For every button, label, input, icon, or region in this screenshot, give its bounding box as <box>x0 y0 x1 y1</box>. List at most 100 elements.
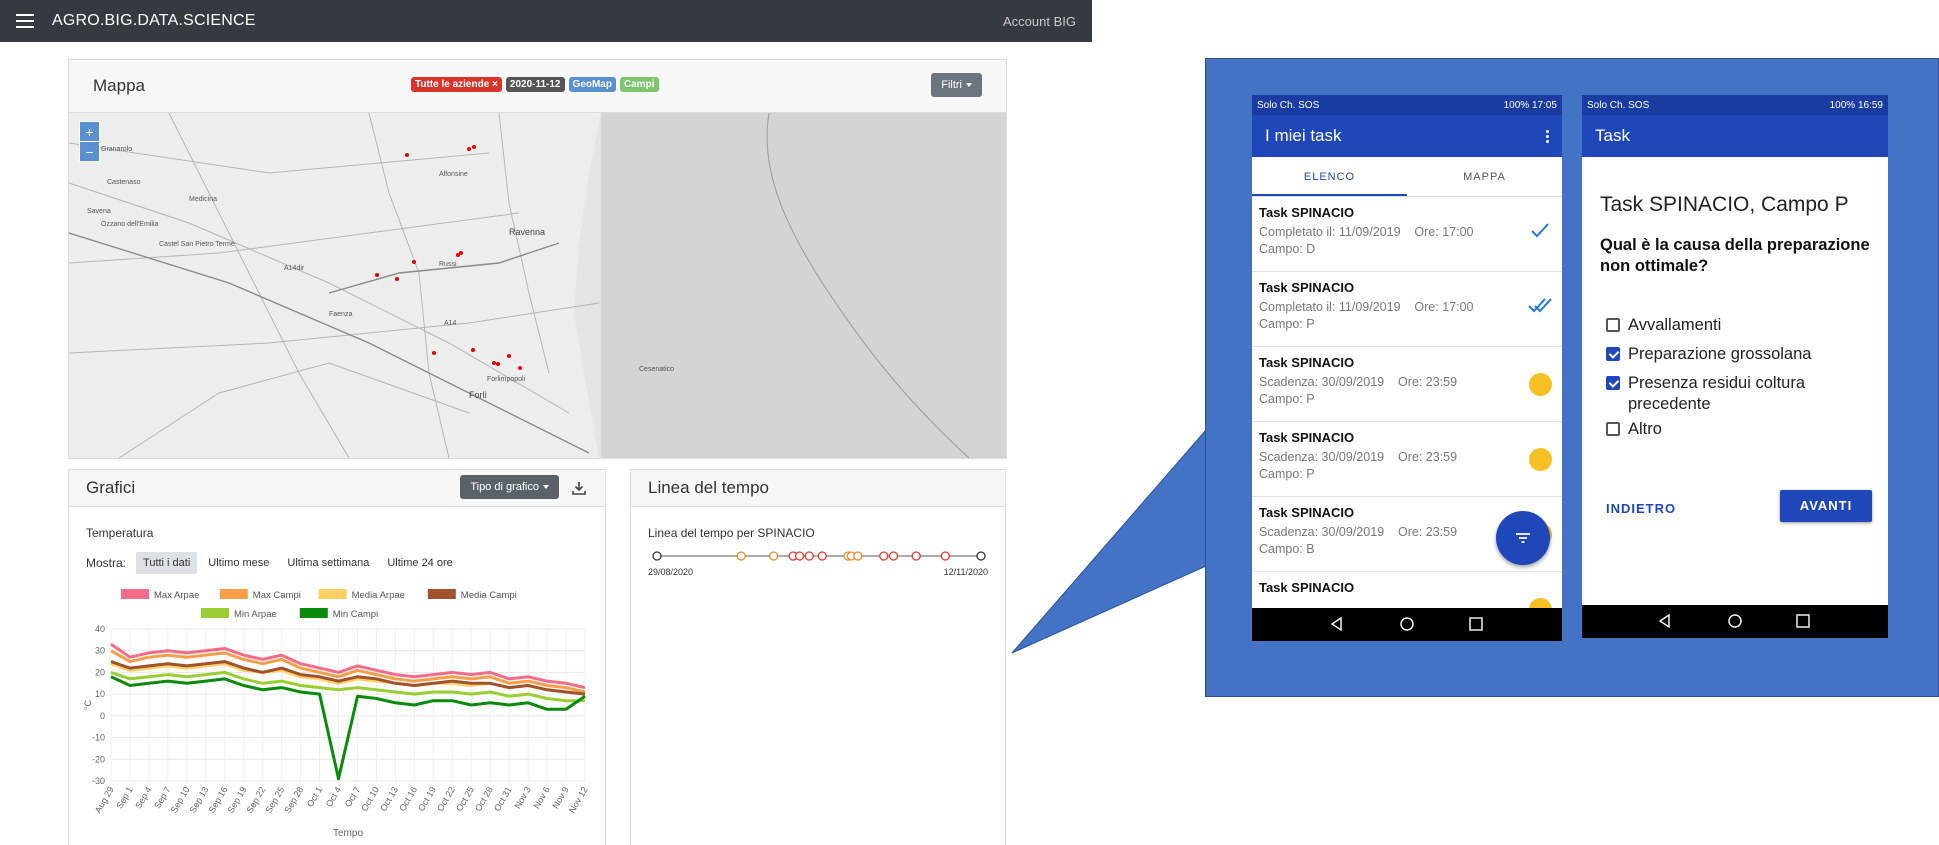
app-bar-title: Task <box>1595 126 1630 145</box>
task-name: Task SPINACIO <box>1259 430 1355 445</box>
tab-mappa[interactable]: MAPPA <box>1407 157 1562 196</box>
timeline-event[interactable] <box>804 551 814 561</box>
x-tick-label: Nov 3 <box>512 785 532 810</box>
status-right: 100% 16:59 <box>1829 99 1883 111</box>
field-marker[interactable] <box>395 277 399 281</box>
timeline-start-date: 29/08/2020 <box>648 567 694 577</box>
filter-fab-button[interactable] <box>1496 511 1550 565</box>
recents-nav-icon[interactable] <box>1468 616 1484 632</box>
tab-bar: ELENCO MAPPA <box>1252 157 1562 197</box>
timeline-event[interactable] <box>879 551 889 561</box>
app-bar-title: I miei task <box>1265 126 1342 145</box>
menu-icon[interactable] <box>16 14 34 28</box>
checkbox[interactable] <box>1606 422 1620 436</box>
timeline-event[interactable] <box>911 551 921 561</box>
field-marker[interactable] <box>507 354 511 358</box>
field-marker[interactable] <box>456 253 460 257</box>
timeline-event[interactable] <box>853 551 863 561</box>
timeline-event[interactable] <box>817 551 827 561</box>
field-marker[interactable] <box>492 361 496 365</box>
field-marker[interactable] <box>412 260 416 264</box>
field-marker[interactable] <box>496 362 500 366</box>
answer-option[interactable]: Preparazione grossolana <box>1606 344 1866 365</box>
caret-down-icon <box>966 83 972 87</box>
checkbox[interactable] <box>1606 347 1620 361</box>
task-name: Task SPINACIO <box>1259 355 1355 370</box>
x-tick-label: Nov 6 <box>531 785 551 810</box>
y-tick-label: -30 <box>92 776 105 786</box>
checkbox[interactable] <box>1606 376 1620 390</box>
task-field: Campo: P <box>1259 392 1315 406</box>
y-tick-label: -20 <box>92 754 105 764</box>
task-name: Task SPINACIO <box>1259 205 1355 220</box>
checkbox[interactable] <box>1606 318 1620 332</box>
legend-swatch <box>219 589 248 599</box>
more-options-icon[interactable] <box>1546 129 1549 143</box>
filter-icon <box>1516 533 1530 543</box>
task-field: Campo: P <box>1259 317 1315 331</box>
timeline-end-date: 12/11/2020 <box>943 567 988 577</box>
app-brand[interactable]: AGRO.BIG.DATA.SCIENCE <box>52 12 256 30</box>
timeline-event[interactable] <box>652 551 662 561</box>
timeline-event[interactable] <box>736 551 746 561</box>
answer-option[interactable]: Altro <box>1606 419 1866 440</box>
field-marker[interactable] <box>467 147 471 151</box>
task-name: Task SPINACIO <box>1259 280 1355 295</box>
account-link[interactable]: Account BIG <box>1003 14 1076 29</box>
pending-status-icon <box>1529 373 1552 396</box>
linea-card: Linea del tempo Linea del tempo per SPIN… <box>630 469 1006 845</box>
recents-nav-icon[interactable] <box>1795 613 1811 629</box>
timeline-event[interactable] <box>940 551 951 561</box>
answer-option[interactable]: Presenza residui coltura precedente <box>1606 373 1866 415</box>
filter-badge[interactable]: Campi <box>619 77 659 92</box>
field-marker[interactable] <box>471 348 475 352</box>
x-tick-label: Sep 28 <box>282 785 305 815</box>
filter-badge[interactable]: 2020-11-12 <box>505 77 565 92</box>
filter-badge[interactable]: GeoMap <box>568 77 616 92</box>
x-axis-label: Tempo <box>333 828 363 839</box>
back-nav-icon[interactable] <box>1329 616 1345 632</box>
task-field: Campo: P <box>1259 467 1315 481</box>
phone-task-list: Solo Ch. SOS 100% 17:05 I miei task ELEN… <box>1252 95 1562 641</box>
filtri-dropdown-button[interactable]: Filtri <box>931 73 982 97</box>
task-list-item[interactable]: Task SPINACIO Scadenza: 30/09/2019 Ore: 2… <box>1252 422 1562 497</box>
phone-task-detail: Solo Ch. SOS 100% 16:59 Task Task SPINAC… <box>1582 95 1888 638</box>
avanti-button[interactable]: AVANTI <box>1780 490 1872 522</box>
field-marker[interactable] <box>518 366 522 370</box>
timeline-event[interactable] <box>768 551 779 561</box>
y-tick-label: 10 <box>95 689 105 699</box>
task-list-item[interactable]: Task SPINACIO Completato il: 11/09/2019 O… <box>1252 197 1562 272</box>
filter-badge[interactable]: Tutte le aziende × <box>411 77 502 92</box>
map-card: Mappa Tutte le aziende × 2020-11-12 GeoMap… <box>68 59 1007 459</box>
map-view[interactable]: + − Granarolo Castenaso Medicina Savena Ozza… <box>69 113 1006 458</box>
field-marker[interactable] <box>432 351 436 355</box>
status-left: Solo Ch. SOS <box>1257 99 1320 111</box>
mobile-app-panel: Solo Ch. SOS 100% 17:05 I miei task ELEN… <box>1205 58 1939 697</box>
tab-elenco[interactable]: ELENCO <box>1252 157 1407 196</box>
timeline-event[interactable] <box>888 551 899 561</box>
android-nav-bar <box>1582 605 1888 638</box>
field-marker[interactable] <box>375 273 379 277</box>
legend-swatch <box>201 608 229 618</box>
home-nav-icon[interactable] <box>1727 613 1743 629</box>
home-nav-icon[interactable] <box>1399 616 1415 632</box>
answer-option-label: Avvallamenti <box>1628 316 1722 334</box>
question-text: Qual è la causa della preparazione non o… <box>1600 236 1870 275</box>
timeline-event[interactable] <box>794 551 805 561</box>
app-bar: Task <box>1582 115 1888 157</box>
legend-label: Min Campi <box>333 609 378 620</box>
task-list-item[interactable]: Task SPINACIO Completato il: 11/09/2019 O… <box>1252 272 1562 347</box>
task-list-item[interactable]: Task SPINACIO Scadenza: 30/09/2019 Ore: 2… <box>1252 347 1562 422</box>
legend-swatch <box>427 589 456 599</box>
timeline-event[interactable] <box>976 551 986 561</box>
field-marker[interactable] <box>472 145 476 149</box>
back-nav-icon[interactable] <box>1657 613 1673 629</box>
grafici-card: Grafici Tipo di grafico Temperatura Most… <box>68 469 606 845</box>
legend-swatch <box>299 608 328 618</box>
screenshot-root: AGRO.BIG.DATA.SCIENCE Account BIG Mappa … <box>0 0 1939 845</box>
x-tick-label: Oct 1 <box>305 785 324 809</box>
task-heading: Task SPINACIO, Campo P <box>1600 193 1849 216</box>
field-marker[interactable] <box>405 153 409 157</box>
indietro-button[interactable]: INDIETRO <box>1606 501 1676 516</box>
answer-option[interactable]: Avvallamenti <box>1606 315 1866 336</box>
